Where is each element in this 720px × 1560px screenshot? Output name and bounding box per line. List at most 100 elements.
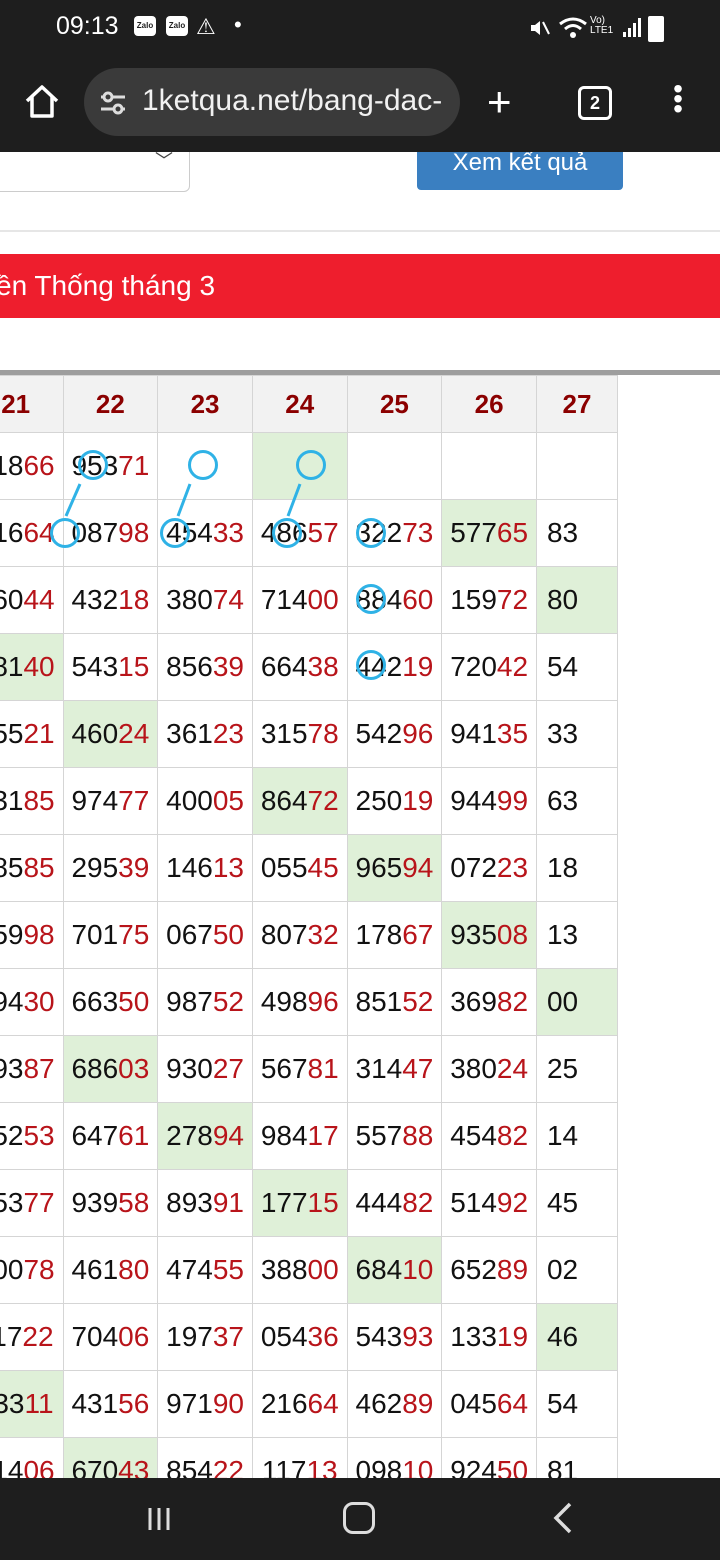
result-cell: 43156	[62, 1370, 159, 1438]
result-prefix: 493	[0, 1053, 24, 1084]
result-prefix: 295	[71, 852, 119, 883]
result-cell: 81	[535, 1437, 619, 1478]
result-cell: 07223	[441, 834, 537, 902]
lte-label: Vo) LTE1	[590, 15, 614, 36]
result-cell: 51492	[441, 1169, 537, 1237]
recent-apps-icon[interactable]	[144, 1504, 174, 1534]
table-row: 75377939588939117715444825149245	[0, 1169, 619, 1237]
system-nav-bar	[0, 1478, 720, 1560]
new-tab-icon[interactable]: +	[487, 81, 512, 123]
results-table-wrapper[interactable]: 2021222324252627 81866953718166408798454…	[0, 370, 720, 1478]
result-prefix: 117	[0, 1321, 23, 1352]
result-tail: 47	[402, 1053, 434, 1084]
result-prefix: 250	[355, 785, 403, 816]
result-cell: 65289	[441, 1236, 537, 1304]
result-prefix: 686	[71, 1053, 119, 1084]
result-cell: 80732	[251, 901, 348, 969]
home-icon[interactable]	[22, 82, 62, 122]
result-tail: 08	[496, 919, 529, 950]
result-cell: 09810	[346, 1437, 443, 1478]
result-prefix: 939	[71, 1187, 119, 1218]
result-tail: 03	[118, 1053, 150, 1084]
result-tail: 85	[23, 785, 55, 816]
result-tail: 43	[118, 1455, 150, 1478]
battery-icon	[648, 16, 664, 42]
result-prefix: 914	[0, 1455, 24, 1478]
result-prefix: 178	[355, 919, 403, 950]
result-prefix: 159	[0, 919, 24, 950]
result-tail: 87	[23, 1053, 55, 1084]
wifi-icon	[559, 17, 587, 38]
result-prefix: 216	[260, 1388, 308, 1419]
result-cell: 11713	[251, 1437, 348, 1478]
warning-icon: ⚠	[196, 14, 216, 39]
home-nav-icon[interactable]	[343, 1502, 375, 1534]
result-tail: 10	[402, 1254, 434, 1285]
address-bar[interactable]: 1ketqua.net/bang-dac-	[84, 68, 460, 136]
result-cell: 86472	[251, 767, 348, 835]
result-prefix: 663	[71, 986, 119, 1017]
back-icon[interactable]	[548, 1500, 576, 1536]
result-prefix: 684	[355, 1254, 403, 1285]
more-options-icon[interactable]: • • •	[668, 75, 688, 123]
result-tail: 64	[307, 1388, 339, 1419]
month-select[interactable]: ﹀	[0, 152, 190, 192]
result-tail: 81	[307, 1053, 339, 1084]
result-prefix: 067	[166, 919, 213, 950]
result-prefix: 498	[260, 986, 308, 1017]
result-prefix: 557	[355, 1120, 403, 1151]
result-tail: 30	[23, 986, 55, 1017]
result-cell: 31447	[346, 1035, 443, 1103]
result-tail: 05	[212, 785, 244, 816]
result-prefix: 431	[71, 1388, 119, 1419]
result-tail: 22	[22, 1321, 54, 1352]
result-prefix: 974	[71, 785, 119, 816]
result-cell: 68410	[346, 1236, 443, 1304]
view-results-button[interactable]: Xem kết quả	[417, 152, 623, 190]
table-row: 11722704061973705436543931331946	[0, 1303, 619, 1371]
result-cell: 29539	[62, 834, 159, 902]
status-bar: 09:13 Zalo Zalo ⚠ • Vo) LTE1	[0, 0, 720, 56]
result-cell: 11722	[0, 1303, 64, 1371]
result-prefix: 567	[260, 1053, 308, 1084]
annotation-circle	[272, 518, 302, 548]
result-cell: 97477	[62, 767, 159, 835]
annotation-circle	[160, 518, 190, 548]
result-tail: 22	[212, 1455, 244, 1478]
result-tail: 89	[496, 1254, 529, 1285]
result-tail: 88	[402, 1120, 434, 1151]
site-settings-icon[interactable]	[98, 88, 128, 118]
result-cell: 38800	[251, 1236, 348, 1304]
result-cell: 63	[535, 767, 619, 835]
result-cell: 98752	[157, 968, 253, 1036]
result-cell: 13319	[441, 1303, 537, 1371]
result-prefix: 388	[260, 1254, 308, 1285]
result-prefix: 987	[166, 986, 213, 1017]
result-cell: 93958	[62, 1169, 159, 1237]
annotation-circle	[50, 518, 80, 548]
result-tail: 58	[118, 1187, 150, 1218]
result-cell: 36982	[441, 968, 537, 1036]
result-prefix: 462	[355, 1388, 403, 1419]
result-cell: 17715	[251, 1169, 348, 1237]
result-tail: 37	[212, 1321, 244, 1352]
result-tail: 50	[496, 1455, 529, 1478]
result-prefix: 177	[260, 1187, 308, 1218]
result-cell: 47455	[157, 1236, 253, 1304]
result-cell: 14613	[157, 834, 253, 902]
result-prefix: 752	[0, 1120, 24, 1151]
result-tail: 50	[212, 919, 244, 950]
result-cell: 44482	[346, 1169, 443, 1237]
result-tail: 53	[23, 1120, 55, 1151]
result-tail: 45	[307, 852, 339, 883]
table-row: 43311431569719021664462890456454	[0, 1370, 619, 1438]
result-tail: 19	[496, 1321, 529, 1352]
result-cell: 00	[535, 968, 619, 1036]
result-tail: 91	[212, 1187, 244, 1218]
tab-switcher-button[interactable]: 2	[578, 86, 612, 120]
result-prefix: 685	[0, 852, 24, 883]
signal-icon	[623, 18, 641, 37]
result-prefix: 197	[166, 1321, 213, 1352]
mute-icon	[531, 21, 550, 35]
result-prefix: 055	[260, 852, 308, 883]
